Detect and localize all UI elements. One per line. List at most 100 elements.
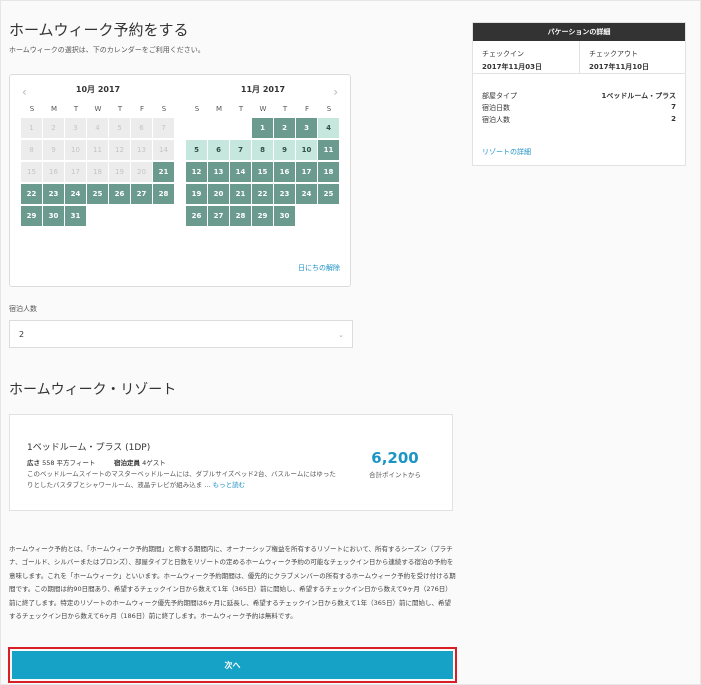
calendar-day[interactable]: 20 xyxy=(208,184,229,204)
calendar-day[interactable]: 8 xyxy=(252,140,273,160)
calendar-day[interactable]: 7 xyxy=(230,140,251,160)
checkin-value: 2017年11月03日 xyxy=(482,63,542,71)
weekday-label: F xyxy=(304,105,310,113)
room-description-text: このベッドルームスイートのマスターベッドルームには、ダブルサイズベッド2台、バス… xyxy=(27,470,336,489)
calendar-day: 11 xyxy=(87,140,108,160)
calendar-day[interactable]: 28 xyxy=(230,206,251,226)
calendar-day[interactable]: 10 xyxy=(296,140,317,160)
calendar-day: 14 xyxy=(153,140,174,160)
weekday-label: T xyxy=(238,105,244,113)
calendar-day: 9 xyxy=(43,140,64,160)
calendar-day[interactable]: 16 xyxy=(274,162,295,182)
points-label: 合計ポイントから xyxy=(369,471,421,479)
calendar-day: 7 xyxy=(153,118,174,138)
room-specs: 広さ 558 平方フィート 宿泊定員 4ゲスト xyxy=(27,457,166,467)
weekday-row: S M T W T F S xyxy=(186,105,340,113)
calendar-day[interactable]: 29 xyxy=(21,206,42,226)
calendar-day[interactable]: 22 xyxy=(252,184,273,204)
calendar-day[interactable]: 14 xyxy=(230,162,251,182)
read-more-link[interactable]: もっと読む xyxy=(213,481,246,489)
nights-row: 宿泊日数 7 xyxy=(482,103,676,115)
calendar-day[interactable]: 23 xyxy=(274,184,295,204)
area-value: 558 平方フィート xyxy=(42,459,96,467)
checkout-label: チェックアウト xyxy=(589,50,638,58)
calendar-day[interactable]: 4 xyxy=(318,118,339,138)
capacity-value: 4ゲスト xyxy=(142,459,166,467)
row-value: 2 xyxy=(671,115,676,123)
weekday-label: S xyxy=(29,105,35,113)
row-value: 1ベッドルーム・プラス xyxy=(601,92,676,100)
weekday-label: S xyxy=(194,105,200,113)
calendar-day[interactable]: 25 xyxy=(318,184,339,204)
month-title: 11月 2017 xyxy=(240,85,286,94)
calendar-day[interactable]: 11 xyxy=(318,140,339,160)
calendar-day[interactable]: 24 xyxy=(65,184,86,204)
calendar-day[interactable]: 12 xyxy=(186,162,207,182)
calendar-day: 19 xyxy=(109,162,130,182)
calendar-day[interactable]: 26 xyxy=(109,184,130,204)
calendar-day[interactable]: 28 xyxy=(153,184,174,204)
calendar-day[interactable]: 15 xyxy=(252,162,273,182)
calendar-day[interactable]: 1 xyxy=(252,118,273,138)
calendar-month-november: 11月 2017 S M T W T F S 1 2 3 4 5 6 7 8 9 10 11 12 13… xyxy=(186,83,340,228)
calendar-day: 5 xyxy=(109,118,130,138)
calendar-day[interactable]: 6 xyxy=(208,140,229,160)
calendar-day[interactable]: 31 xyxy=(65,206,86,226)
calendar-month-october: 10月 2017 S M T W T F S 1 2 3 4 5 6 7 8 9 10 11 12 13… xyxy=(21,83,175,228)
calendar-day[interactable]: 22 xyxy=(21,184,42,204)
resort-details-link[interactable]: リゾートの詳細 xyxy=(482,147,531,157)
guests-select[interactable]: 2 ⌄ xyxy=(9,320,353,348)
calendar-day[interactable]: 5 xyxy=(186,140,207,160)
calendar-day[interactable]: 13 xyxy=(208,162,229,182)
calendar-day: 4 xyxy=(87,118,108,138)
weekday-label: S xyxy=(161,105,167,113)
calendar-day[interactable]: 29 xyxy=(252,206,273,226)
weekday-label: M xyxy=(50,105,58,113)
calendar-day[interactable]: 27 xyxy=(208,206,229,226)
calendar-day[interactable]: 21 xyxy=(153,162,174,182)
calendar-day: 2 xyxy=(43,118,64,138)
weekday-label: T xyxy=(117,105,123,113)
calendar-day: 13 xyxy=(131,140,152,160)
month-title: 10月 2017 xyxy=(75,85,121,94)
calendar-day[interactable]: 24 xyxy=(296,184,317,204)
calendar-day[interactable]: 2 xyxy=(274,118,295,138)
calendar-day: 1 xyxy=(21,118,42,138)
page: ホームウィーク予約をする ホームウィークの選択は、下のカレンダーをご利用ください… xyxy=(0,0,701,685)
checkout-value: 2017年11月10日 xyxy=(589,63,649,71)
calendar-day[interactable]: 9 xyxy=(274,140,295,160)
day-grid: 1 2 3 4 5 6 7 8 9 10 11 12 13 14 15 16 17 18 19 20 21 22 23 24 2… xyxy=(186,118,340,228)
guests-value: 2 xyxy=(19,330,25,339)
resort-heading: ホームウィーク・リゾート xyxy=(9,382,177,398)
next-button[interactable]: 次へ xyxy=(12,651,453,679)
calendar-empty-cell xyxy=(230,118,251,138)
points-value: 6,200 xyxy=(371,449,419,467)
clear-dates-link[interactable]: 日にちの解除 xyxy=(298,263,340,273)
weekday-row: S M T W T F S xyxy=(21,105,175,113)
calendar-day[interactable]: 30 xyxy=(274,206,295,226)
calendar-day: 10 xyxy=(65,140,86,160)
checkin-block: チェックイン 2017年11月03日 xyxy=(473,41,579,73)
calendar-day[interactable]: 19 xyxy=(186,184,207,204)
room-description: このベッドルームスイートのマスターベッドルームには、ダブルサイズベッド2台、バス… xyxy=(27,469,337,491)
calendar-day[interactable]: 27 xyxy=(131,184,152,204)
calendar-day[interactable]: 26 xyxy=(186,206,207,226)
calendar-day[interactable]: 23 xyxy=(43,184,64,204)
capacity-label: 宿泊定員 xyxy=(114,459,141,467)
calendar-day[interactable]: 30 xyxy=(43,206,64,226)
day-grid: 1 2 3 4 5 6 7 8 9 10 11 12 13 14 15 16 17 18 19 20 21 22 23 24 2… xyxy=(21,118,175,228)
guests-row: 宿泊人数 2 xyxy=(482,115,676,127)
calendar-day[interactable]: 3 xyxy=(296,118,317,138)
calendar-day: 12 xyxy=(109,140,130,160)
calendar-day[interactable]: 21 xyxy=(230,184,251,204)
points-block: 6,200 合計ポイントから xyxy=(360,449,430,479)
homeweek-info-text: ホームウィーク予約とは、「ホームウィーク予約期間」と称する期間内に、オーナーシッ… xyxy=(9,545,456,621)
calendar-day[interactable]: 18 xyxy=(318,162,339,182)
calendar-day[interactable]: 17 xyxy=(296,162,317,182)
weekday-label: W xyxy=(94,105,102,113)
vacation-details-title: バケーションの詳細 xyxy=(473,23,685,41)
calendar-day[interactable]: 25 xyxy=(87,184,108,204)
page-subtitle: ホームウィークの選択は、下のカレンダーをご利用ください。 xyxy=(9,46,205,54)
calendar-empty-cell xyxy=(208,118,229,138)
calendar-day: 20 xyxy=(131,162,152,182)
